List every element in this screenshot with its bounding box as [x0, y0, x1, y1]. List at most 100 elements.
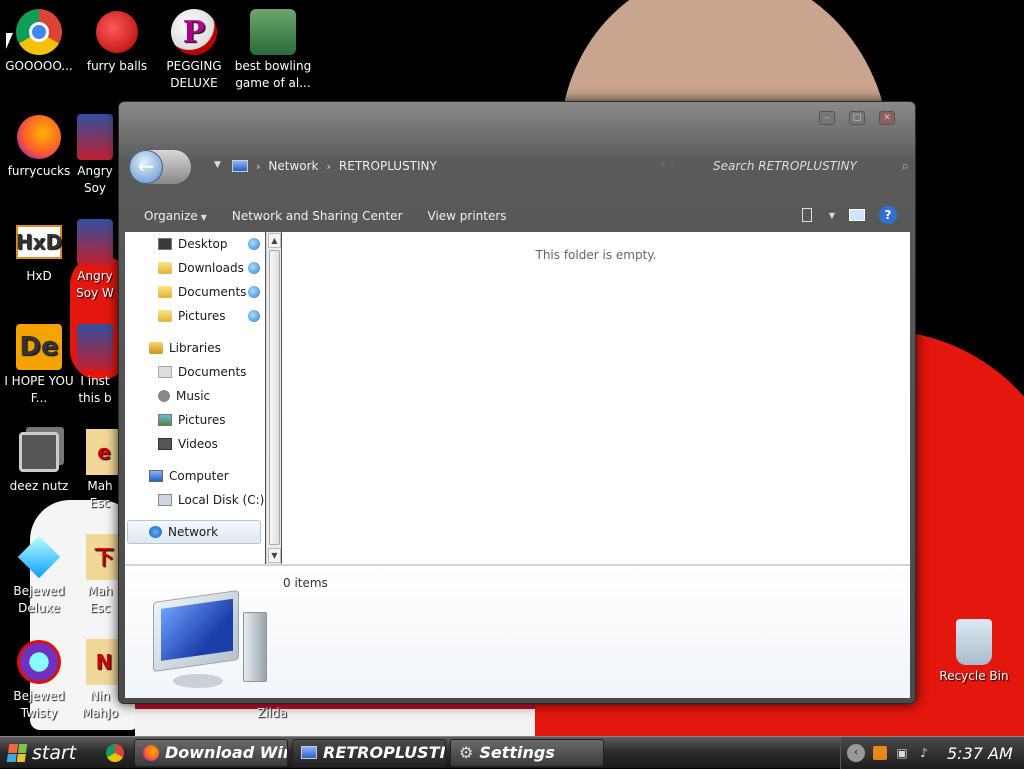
desktop-icon-pegging-deluxe[interactable]: P PEGGING DELUXE: [152, 8, 236, 92]
furry-balls-icon: [96, 11, 138, 53]
pin-icon[interactable]: [248, 310, 260, 322]
desktop-icon-bowling[interactable]: best bowling game of al...: [231, 8, 315, 92]
refresh-icon[interactable]: ▾ ↻: [660, 157, 680, 171]
pin-icon[interactable]: [248, 238, 260, 250]
music-icon: [158, 390, 170, 402]
close-button[interactable]: ✕: [879, 111, 895, 125]
nav-item-lib-pictures[interactable]: Pictures: [158, 410, 226, 430]
desktop-icon-i-inst[interactable]: I inst this b: [70, 323, 120, 407]
breadcrumb-network[interactable]: Network: [268, 159, 318, 173]
breadcrumb-separator[interactable]: ›: [256, 160, 260, 173]
toolbar-right: ▼ ?: [801, 206, 897, 224]
minimize-button[interactable]: –: [819, 111, 835, 125]
mahjong-icon: N: [86, 639, 120, 685]
task-explorer[interactable]: RETROPLUSTI...: [292, 738, 446, 767]
nav-item-libraries[interactable]: Libraries: [149, 338, 221, 358]
nav-item-computer[interactable]: Computer: [149, 466, 229, 486]
desktop-icon-angry-soy[interactable]: Angry Soy: [70, 113, 120, 197]
desktop-icon-firefox[interactable]: furrycucks: [0, 113, 81, 180]
search-input[interactable]: Search RETROPLUSTINY: [713, 159, 857, 173]
nav-item-lib-videos[interactable]: Videos: [158, 434, 218, 454]
computer-icon: [149, 470, 163, 482]
chrome-quicklaunch-icon[interactable]: [106, 743, 124, 762]
nav-item-network[interactable]: Network: [149, 522, 218, 542]
scroll-thumb[interactable]: [269, 250, 280, 545]
windows-logo-icon: [6, 743, 28, 762]
show-hidden-icons-icon[interactable]: ‹: [847, 744, 865, 762]
system-tray: ‹ ▣ ♪ 5:37 AM: [840, 737, 1024, 769]
hxd-icon: HxD: [16, 225, 62, 259]
chevron-down-icon[interactable]: ▼: [829, 211, 835, 220]
pictures-icon: [158, 414, 172, 426]
firefox-icon: [17, 115, 61, 159]
desktop-icon-zilda[interactable]: Zilda: [230, 705, 314, 722]
nav-scrollbar[interactable]: ▲ ▼: [266, 232, 281, 564]
mahjong-icon: 下: [86, 534, 120, 580]
maximize-button[interactable]: □: [849, 111, 865, 125]
desktop-icon-mahjong-2[interactable]: 下 Mah Esc: [80, 533, 120, 617]
volume-icon[interactable]: ♪: [917, 746, 931, 760]
scroll-down-button[interactable]: ▼: [268, 548, 281, 563]
desktop-icon-hxd[interactable]: HxD HxD: [0, 218, 81, 285]
start-button[interactable]: start: [0, 737, 92, 769]
scroll-up-button[interactable]: ▲: [268, 233, 281, 248]
firefox-icon: [143, 744, 159, 761]
desktop-icon-i-hope[interactable]: De I HOPE YOU F...: [0, 323, 81, 407]
search-box[interactable]: Search RETROPLUSTINY ⌕: [709, 154, 909, 178]
back-forward-buttons[interactable]: ←: [129, 150, 191, 184]
tray-app-icon[interactable]: [873, 746, 887, 760]
command-bar: Organize ▼ Network and Sharing Center Vie…: [119, 204, 915, 228]
mouse-cursor-icon: [6, 33, 13, 49]
change-view-icon[interactable]: [801, 208, 812, 222]
preview-pane-icon[interactable]: [849, 209, 865, 221]
caption-buttons: – □ ✕: [819, 111, 895, 125]
help-button[interactable]: ?: [879, 206, 897, 224]
history-dropdown-icon[interactable]: ▼: [214, 160, 221, 170]
task-settings[interactable]: ⚙ Settings: [450, 738, 604, 767]
hard-drive-icon: [158, 494, 172, 506]
documents-icon: [158, 366, 172, 378]
desktop-icon-bejeweled-twisty[interactable]: Bejewed Twisty: [0, 638, 81, 722]
explorer-window[interactable]: – □ ✕ ← ▼ › Network › RETROPLUSTINY ▾ ↻ …: [118, 101, 916, 704]
view-printers-button[interactable]: View printers: [428, 209, 507, 223]
nav-item-downloads[interactable]: Downloads: [158, 258, 244, 278]
bejeweled-icon: [17, 535, 61, 579]
computer-icon: [232, 160, 248, 172]
network-sharing-center-button[interactable]: Network and Sharing Center: [232, 209, 403, 223]
bowling-game-icon: [250, 9, 296, 55]
breadcrumb-separator[interactable]: ›: [327, 160, 331, 173]
computer-icon: [301, 746, 317, 759]
back-arrow-icon[interactable]: ←: [129, 150, 163, 184]
task-firefox-download[interactable]: Download Win...: [134, 738, 288, 767]
items-count: 0 items: [283, 576, 328, 590]
nav-item-lib-documents[interactable]: Documents: [158, 362, 246, 382]
desktop-icon-deez-nutz[interactable]: deez nutz: [0, 428, 81, 495]
folder-icon: [158, 310, 172, 322]
folder-icon: [158, 286, 172, 298]
desktop-icon-bejeweled-deluxe[interactable]: Bejewed Deluxe: [0, 533, 81, 617]
nav-item-desktop[interactable]: Desktop: [158, 234, 228, 254]
nav-item-lib-music[interactable]: Music: [158, 386, 210, 406]
chrome-icon: [16, 9, 62, 55]
file-list-pane[interactable]: This folder is empty.: [282, 232, 910, 564]
nav-item-documents[interactable]: Documents: [158, 282, 246, 302]
desktop-icon-mahjong-3[interactable]: N Nin MahJo: [80, 638, 120, 722]
search-icon[interactable]: ⌕: [902, 159, 909, 174]
folder-icon: [158, 262, 172, 274]
clock[interactable]: 5:37 AM: [947, 744, 1013, 763]
desktop-icon-recycle-bin[interactable]: Recycle Bin: [932, 618, 1016, 685]
navigation-pane[interactable]: Desktop Downloads Documents Pictures Lib…: [125, 232, 265, 564]
desktop-icon-angry-soy-2[interactable]: Angry Soy W: [70, 218, 120, 302]
organize-button[interactable]: Organize ▼: [144, 209, 207, 223]
mahjong-icon: e: [86, 429, 120, 475]
nav-item-local-disk[interactable]: Local Disk (C:): [158, 490, 264, 510]
nav-item-pictures[interactable]: Pictures: [158, 306, 226, 326]
pin-icon[interactable]: [248, 286, 260, 298]
gear-icon: ⚙: [459, 743, 474, 762]
desktop-icon-mahjong-1[interactable]: e Mah Esc: [80, 428, 120, 512]
pin-icon[interactable]: [248, 262, 260, 274]
network-status-icon[interactable]: ▣: [895, 746, 909, 760]
breadcrumb-current[interactable]: RETROPLUSTINY: [339, 159, 437, 173]
desktop-icon-furry-balls[interactable]: furry balls: [75, 8, 159, 75]
address-bar[interactable]: › Network › RETROPLUSTINY: [232, 154, 692, 178]
